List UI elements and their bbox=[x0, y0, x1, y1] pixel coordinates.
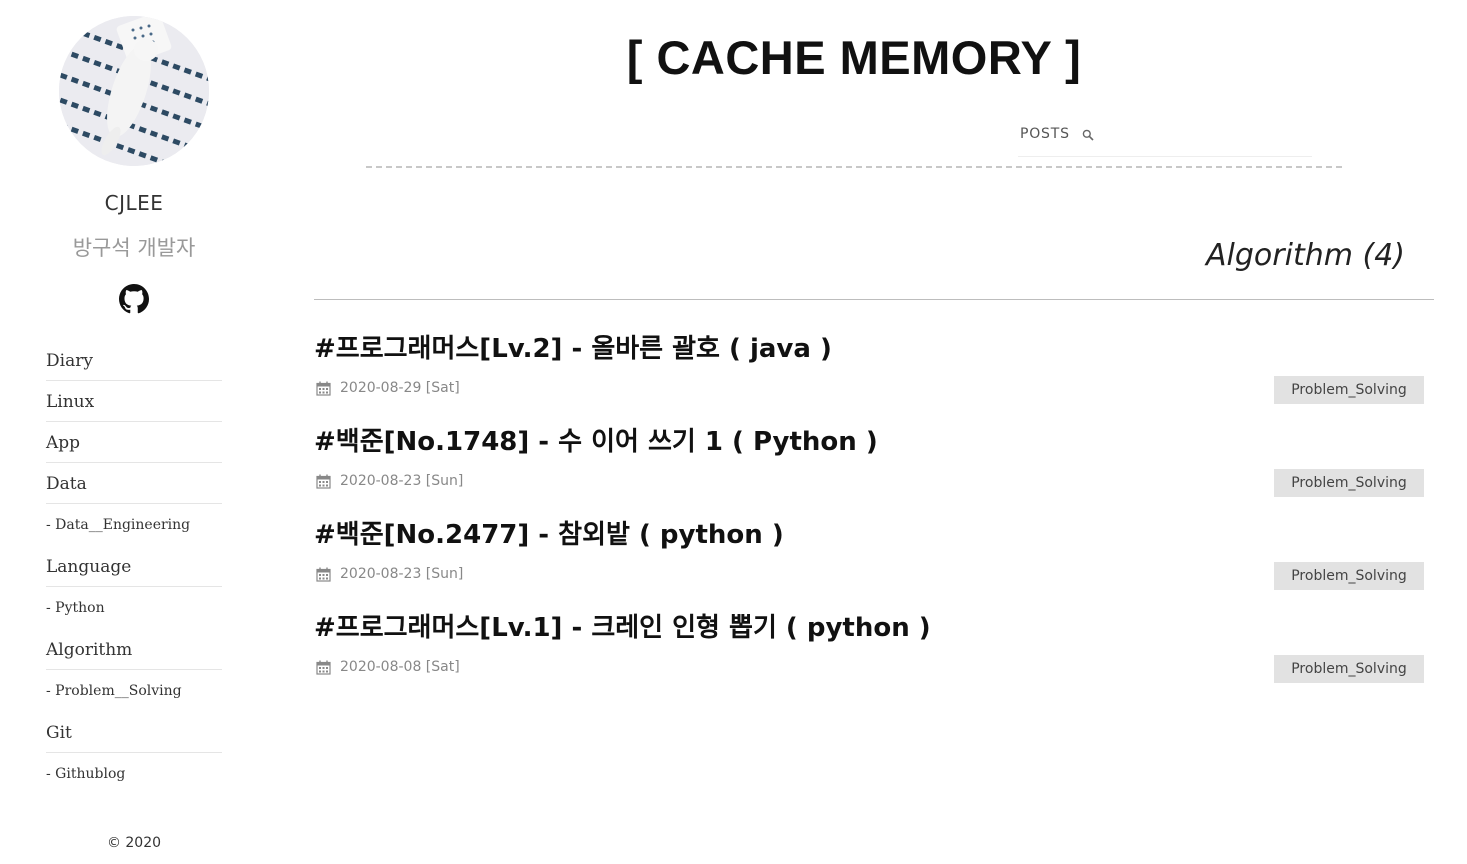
post-meta: 2020-08-29 [Sat] bbox=[316, 380, 460, 396]
nav-item-language[interactable]: Language bbox=[46, 546, 222, 587]
post-date: 2020-08-08 [Sat] bbox=[340, 659, 460, 675]
search-input[interactable] bbox=[1099, 124, 1284, 146]
sidebar: CJLEE 방구석 개발자 Diary Linux App Data - Dat… bbox=[0, 0, 268, 864]
post-item: #백준[No.2477] - 참외밭 ( python ) 2020-08-23… bbox=[314, 514, 1424, 607]
post-item: #백준[No.1748] - 수 이어 쓰기 1 ( Python ) 2020… bbox=[314, 421, 1424, 514]
nav-item-data[interactable]: Data bbox=[46, 463, 222, 504]
author-description: 방구석 개발자 bbox=[72, 236, 196, 260]
category-heading: Algorithm (4) bbox=[1206, 238, 1405, 273]
category-divider bbox=[314, 299, 1434, 300]
nav-subitem-githublog[interactable]: - Githublog bbox=[46, 753, 222, 795]
search-icon bbox=[1082, 129, 1094, 141]
post-tag[interactable]: Problem_Solving bbox=[1274, 562, 1424, 590]
nav-subitem-problem-solving[interactable]: - Problem__Solving bbox=[46, 670, 222, 712]
nav-item-git[interactable]: Git bbox=[46, 712, 222, 753]
post-item: #프로그래머스[Lv.1] - 크레인 인형 뽑기 ( python ) 202… bbox=[314, 607, 1424, 700]
site-title[interactable]: [ CACHE MEMORY ] bbox=[366, 30, 1342, 85]
post-item: #프로그래머스[Lv.2] - 올바른 괄호 ( java ) 2020-08-… bbox=[314, 328, 1424, 421]
github-icon bbox=[119, 284, 149, 314]
nav-subitem-python[interactable]: - Python bbox=[46, 587, 222, 629]
nav-item-linux[interactable]: Linux bbox=[46, 381, 222, 422]
nav-item-app[interactable]: App bbox=[46, 422, 222, 463]
post-title[interactable]: #프로그래머스[Lv.2] - 올바른 괄호 ( java ) bbox=[314, 328, 832, 365]
avatar-photo bbox=[59, 16, 209, 166]
post-tag[interactable]: Problem_Solving bbox=[1274, 376, 1424, 404]
calendar-icon bbox=[316, 474, 331, 489]
post-meta: 2020-08-23 [Sun] bbox=[316, 473, 463, 489]
search-label: POSTS bbox=[1020, 126, 1070, 142]
post-list: #프로그래머스[Lv.2] - 올바른 괄호 ( java ) 2020-08-… bbox=[314, 328, 1424, 700]
post-tag[interactable]: Problem_Solving bbox=[1274, 655, 1424, 683]
avatar bbox=[59, 16, 209, 166]
calendar-icon bbox=[316, 567, 331, 582]
author-name: CJLEE bbox=[104, 191, 164, 215]
post-title[interactable]: #프로그래머스[Lv.1] - 크레인 인형 뽑기 ( python ) bbox=[314, 607, 931, 644]
post-meta: 2020-08-08 [Sat] bbox=[316, 659, 460, 675]
nav-subitem-data-engineering[interactable]: - Data__Engineering bbox=[46, 504, 222, 546]
github-link[interactable] bbox=[119, 284, 149, 314]
search-bar: POSTS bbox=[1018, 124, 1312, 157]
calendar-icon bbox=[316, 660, 331, 675]
post-date: 2020-08-29 [Sat] bbox=[340, 380, 460, 396]
post-title[interactable]: #백준[No.2477] - 참외밭 ( python ) bbox=[314, 514, 784, 551]
post-tag[interactable]: Problem_Solving bbox=[1274, 469, 1424, 497]
header-divider bbox=[366, 166, 1342, 168]
post-title[interactable]: #백준[No.1748] - 수 이어 쓰기 1 ( Python ) bbox=[314, 421, 878, 458]
post-date: 2020-08-23 [Sun] bbox=[340, 473, 464, 489]
calendar-icon bbox=[316, 381, 331, 396]
post-date: 2020-08-23 [Sun] bbox=[340, 566, 464, 582]
copyright: © 2020 bbox=[106, 835, 162, 851]
nav-item-algorithm[interactable]: Algorithm bbox=[46, 629, 222, 670]
post-meta: 2020-08-23 [Sun] bbox=[316, 566, 463, 582]
category-nav: Diary Linux App Data - Data__Engineering… bbox=[46, 340, 222, 795]
nav-item-diary[interactable]: Diary bbox=[46, 340, 222, 381]
